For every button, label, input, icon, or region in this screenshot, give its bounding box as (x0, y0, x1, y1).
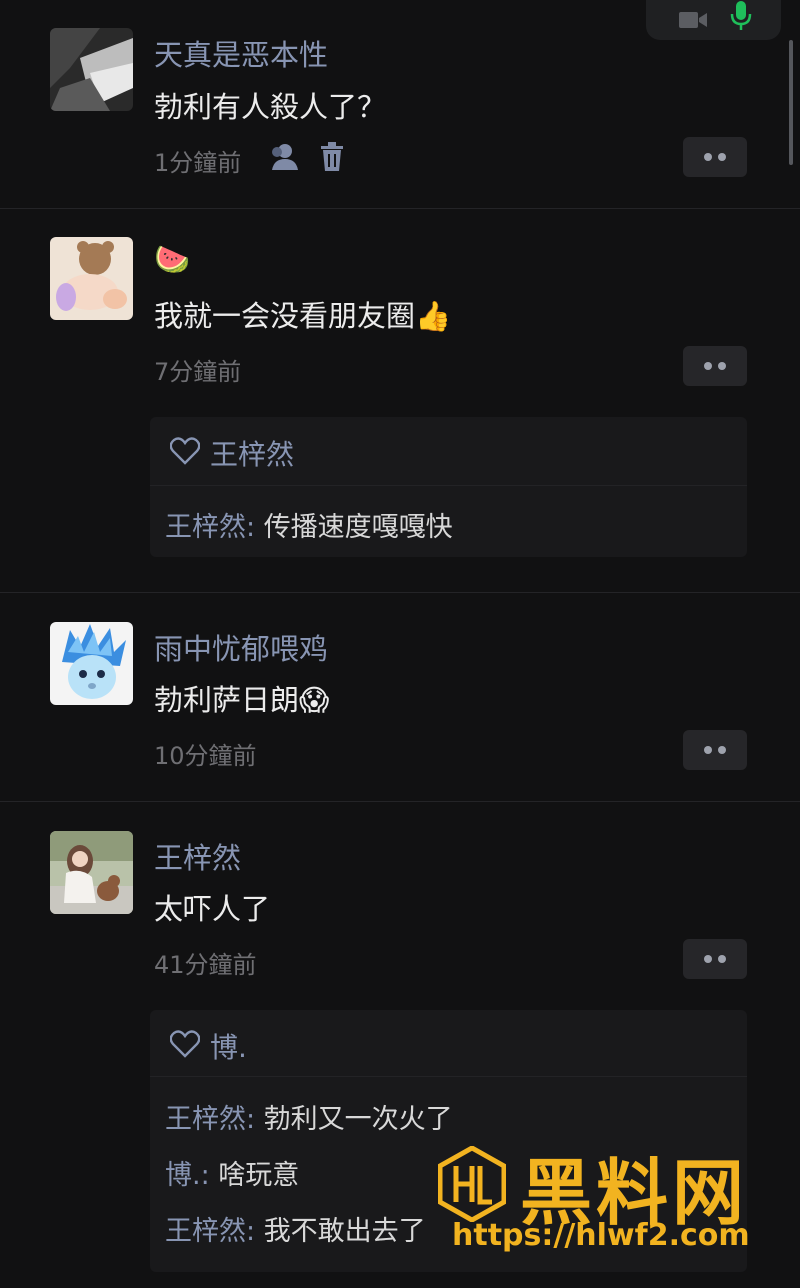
reply-text: 勃利又一次火了 (263, 1104, 453, 1135)
comment-author[interactable]: 雨中忧郁喂鸡 (154, 626, 328, 668)
heart-icon (170, 437, 200, 465)
comment-text: 勃利萨日朗😱 (154, 683, 330, 717)
more-button[interactable] (683, 730, 747, 770)
reply-author[interactable]: 博. (165, 1160, 201, 1191)
comment-author[interactable]: 🍉 (154, 242, 190, 277)
reply-separator: : (200, 1160, 219, 1191)
reply-author[interactable]: 王梓然 (165, 1216, 246, 1247)
reply-author[interactable]: 王梓然 (165, 1104, 246, 1135)
microphone-icon[interactable] (730, 0, 752, 32)
comment-text: 我就一会没看朋友圈👍 (154, 299, 452, 333)
comment-author[interactable]: 天真是恶本性 (154, 32, 328, 74)
person-icon[interactable] (268, 142, 300, 172)
likes-and-replies: 王梓然 王梓然: 传播速度嘎嘎快 (150, 417, 747, 557)
reply-separator: : (246, 512, 264, 543)
reply-separator: : (246, 1104, 264, 1135)
comment-author[interactable]: 王梓然 (154, 835, 241, 877)
avatar[interactable] (50, 622, 133, 705)
comment-text: 太吓人了 (154, 892, 271, 926)
divider (150, 1076, 747, 1077)
comment-time: 41分鐘前 (154, 951, 257, 979)
trash-icon[interactable] (320, 142, 344, 172)
avatar[interactable] (50, 831, 133, 914)
avatar[interactable] (50, 28, 133, 111)
divider (0, 592, 800, 593)
reply-item[interactable]: 博.: 啥玩意 (165, 1153, 299, 1192)
more-button[interactable] (683, 137, 747, 177)
divider (0, 208, 800, 209)
video-camera-icon[interactable] (678, 10, 708, 30)
reply-item[interactable]: 王梓然: 传播速度嘎嘎快 (165, 505, 453, 544)
like-names[interactable]: 博. (210, 1026, 247, 1066)
watermark: 黑料网 https://hlwf2.com (438, 1142, 778, 1262)
reply-text: 传播速度嘎嘎快 (263, 512, 453, 543)
watermark-url: https://hlwf2.com (452, 1218, 750, 1253)
reply-separator: : (246, 1216, 264, 1247)
comment-text: 勃利有人殺人了？ (154, 90, 387, 124)
divider (150, 485, 747, 486)
likes-row: 王梓然 (150, 417, 747, 485)
reply-text: 我不敢出去了 (263, 1216, 426, 1247)
heart-icon (170, 1030, 200, 1058)
divider (0, 801, 800, 802)
comment-time: 7分鐘前 (154, 358, 242, 386)
watermark-logo-icon (438, 1146, 506, 1222)
scrollbar[interactable] (789, 40, 793, 165)
reply-author[interactable]: 王梓然 (165, 512, 246, 543)
comment-time: 1分鐘前 (154, 149, 242, 177)
reply-text: 啥玩意 (218, 1160, 300, 1191)
likes-row: 博. (150, 1010, 747, 1076)
reply-item[interactable]: 王梓然: 我不敢出去了 (165, 1209, 426, 1248)
call-status-pill[interactable] (646, 0, 781, 40)
like-names[interactable]: 王梓然 (210, 433, 294, 473)
more-button[interactable] (683, 346, 747, 386)
comment-time: 10分鐘前 (154, 742, 257, 770)
avatar[interactable] (50, 237, 133, 320)
more-button[interactable] (683, 939, 747, 979)
reply-item[interactable]: 王梓然: 勃利又一次火了 (165, 1097, 453, 1136)
